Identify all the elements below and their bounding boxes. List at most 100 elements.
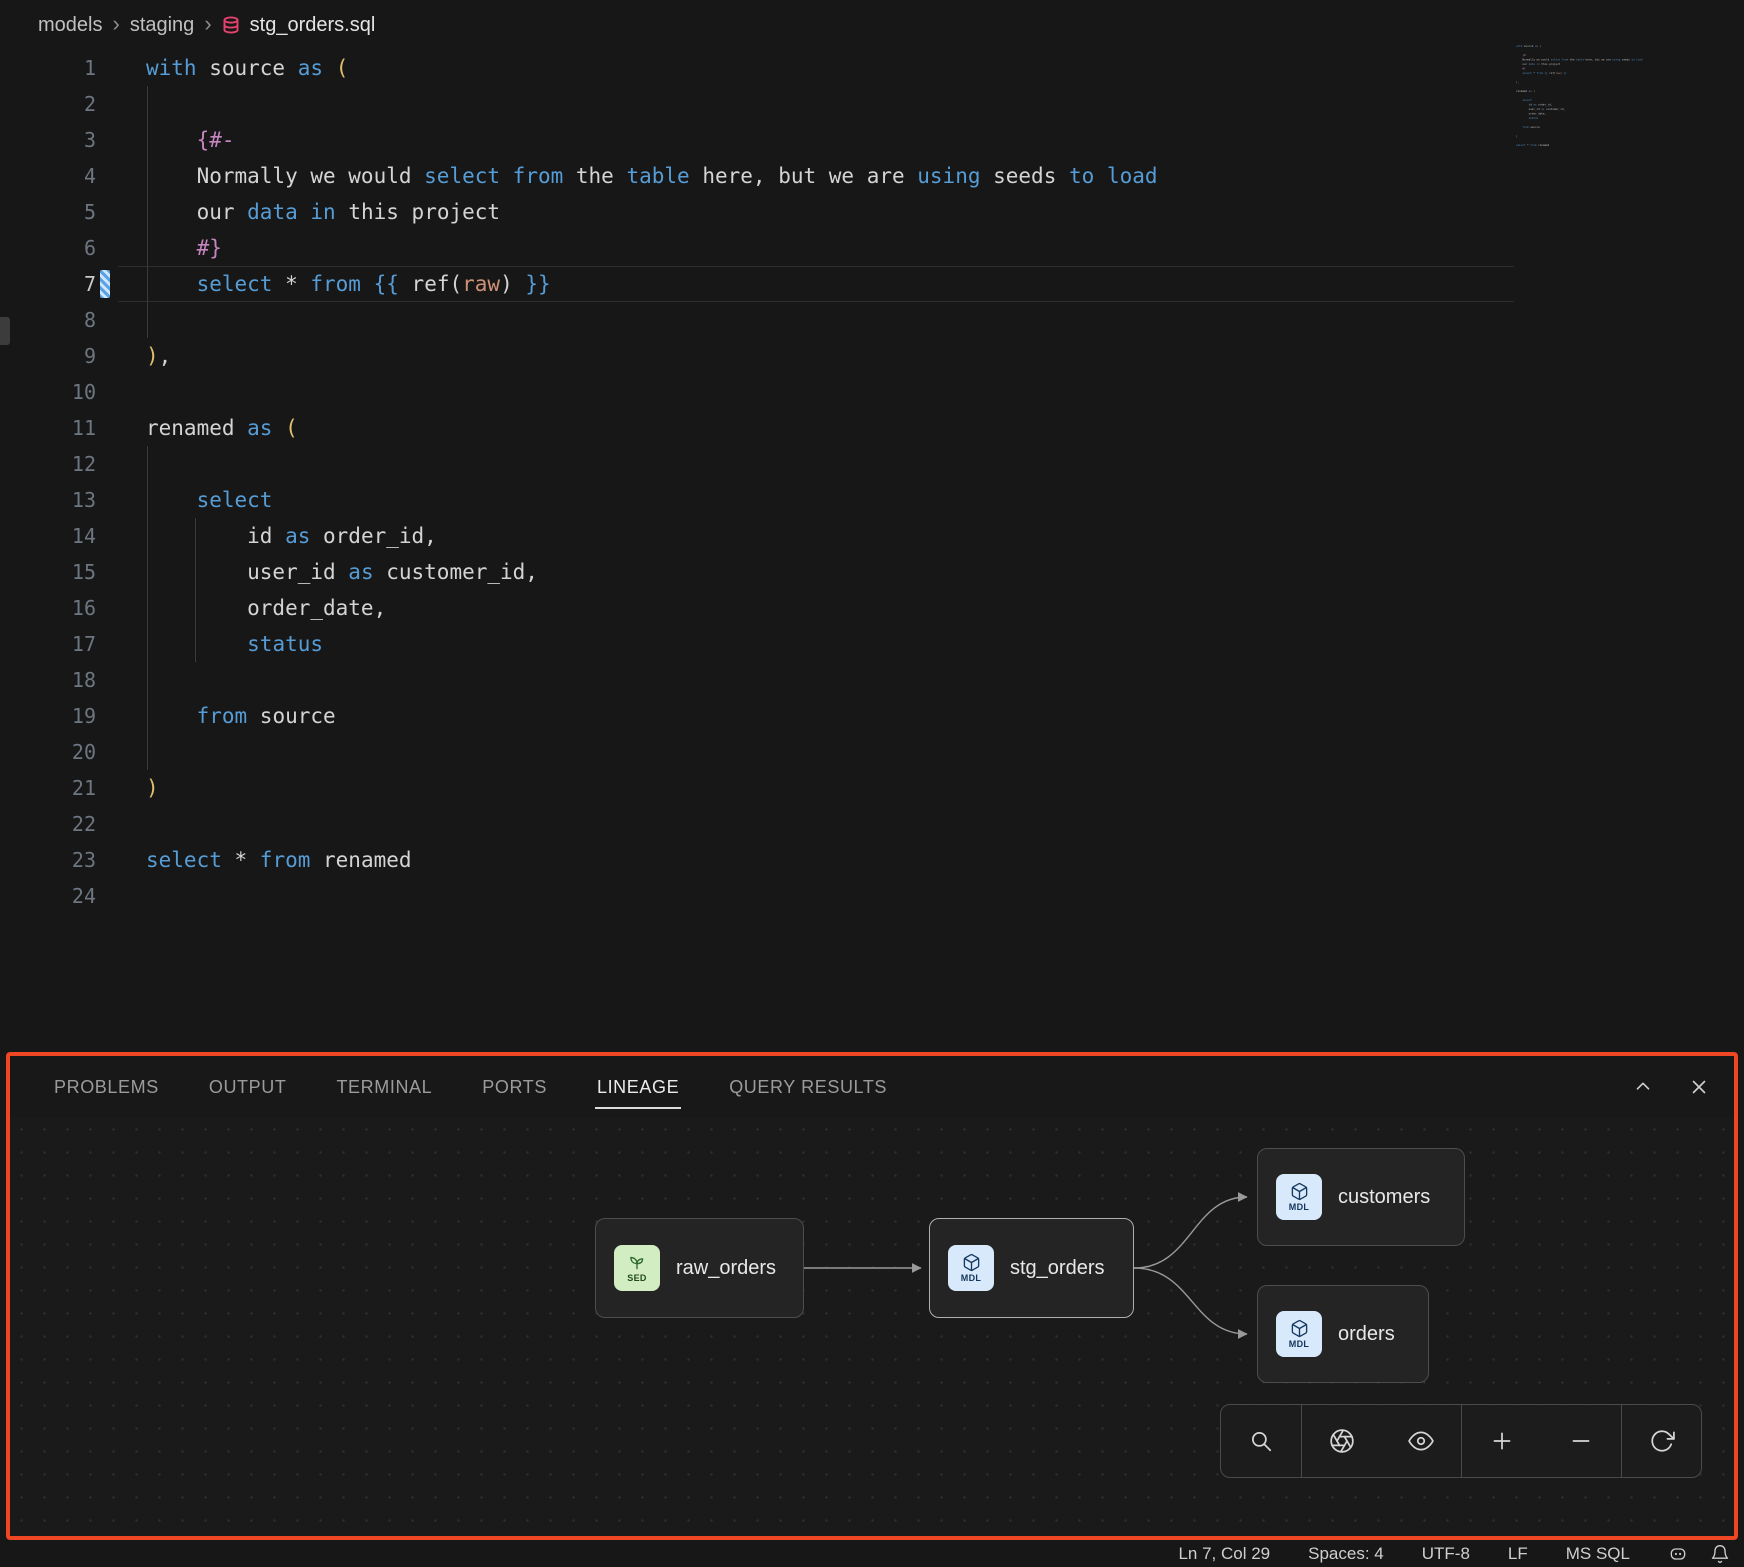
line-number: 24 [0,878,96,914]
code-line[interactable]: user_id as customer_id, [146,554,1544,590]
tab-ports[interactable]: PORTS [482,1077,547,1098]
chevron-right-icon: › [204,13,211,35]
line-number: 11 [0,410,96,446]
breadcrumb-filename[interactable]: stg_orders.sql [250,14,376,37]
line-number: 12 [0,446,96,482]
eol-setting[interactable]: LF [1508,1544,1528,1564]
code-line[interactable]: from source [146,698,1544,734]
zoom-out-icon[interactable] [1541,1405,1621,1477]
breadcrumb: models › staging › stg_orders.sql [0,0,1744,50]
bell-icon[interactable] [1710,1544,1730,1564]
line-number: 21 [0,770,96,806]
code-line[interactable]: status [146,626,1544,662]
node-badge: MDL [1289,1202,1309,1212]
code-line[interactable]: select [146,482,1544,518]
tab-lineage[interactable]: LINEAGE [597,1077,679,1098]
code-content[interactable]: with source as ( {#- Normally we would s… [146,50,1544,914]
line-number: 9 [0,338,96,374]
tab-output[interactable]: OUTPUT [209,1077,287,1098]
lineage-toolbar [1220,1404,1702,1478]
line-number: 2 [0,86,96,122]
seed-icon: SED [614,1245,660,1291]
code-line[interactable]: ) [146,770,1544,806]
line-number: 20 [0,734,96,770]
line-number: 7 [0,266,96,302]
copilot-icon[interactable] [1668,1544,1688,1564]
indentation-setting[interactable]: Spaces: 4 [1308,1544,1384,1564]
vscode-window: models › staging › stg_orders.sql 123456… [0,0,1744,1567]
cursor-position[interactable]: Ln 7, Col 29 [1178,1544,1270,1564]
node-label: orders [1338,1323,1395,1346]
model-cube-icon: MDL [1276,1311,1322,1357]
panel-maximize-button[interactable] [1632,1076,1654,1098]
tab-terminal[interactable]: TERMINAL [336,1077,432,1098]
activity-bar-indicator [0,317,10,345]
code-line[interactable]: #} [146,230,1544,266]
panel-actions [1632,1076,1710,1098]
language-mode[interactable]: MS SQL [1566,1544,1630,1564]
line-number: 3 [0,122,96,158]
zoom-in-icon[interactable] [1461,1405,1541,1477]
minimap[interactable]: with source as ( {#- Normally we would s… [1516,44,1686,164]
code-line[interactable] [146,878,1544,914]
status-bar: Ln 7, Col 29 Spaces: 4 UTF-8 LF MS SQL [0,1540,1744,1567]
code-line[interactable]: order_date, [146,590,1544,626]
eye-icon[interactable] [1381,1405,1461,1477]
line-number: 18 [0,662,96,698]
code-line[interactable]: ), [146,338,1544,374]
breadcrumb-models[interactable]: models [38,14,102,37]
line-number: 4 [0,158,96,194]
minimap-content: with source as ( {#- Normally we would s… [1516,44,1679,152]
node-label: stg_orders [1010,1257,1105,1280]
code-line[interactable] [146,662,1544,698]
line-number: 17 [0,626,96,662]
line-number: 13 [0,482,96,518]
lineage-node-stg-orders[interactable]: MDL stg_orders [929,1218,1134,1318]
chevron-right-icon: › [112,13,119,35]
line-number: 14 [0,518,96,554]
model-cube-icon: MDL [1276,1174,1322,1220]
line-number: 16 [0,590,96,626]
code-line[interactable]: with source as ( [146,50,1544,86]
refresh-icon[interactable] [1621,1405,1701,1477]
line-number: 8 [0,302,96,338]
panel-tab-bar: PROBLEMS OUTPUT TERMINAL PORTS LINEAGE Q… [10,1056,1734,1118]
breadcrumb-staging[interactable]: staging [130,14,195,37]
code-line[interactable]: our data in this project [146,194,1544,230]
node-badge: MDL [961,1273,981,1283]
lineage-node-orders[interactable]: MDL orders [1257,1285,1429,1383]
code-line[interactable]: renamed as ( [146,410,1544,446]
code-line[interactable]: select * from {{ ref(raw) }} [146,266,1544,302]
bottom-panel: PROBLEMS OUTPUT TERMINAL PORTS LINEAGE Q… [6,1052,1738,1540]
code-line[interactable] [146,374,1544,410]
node-badge: SED [627,1273,646,1283]
panel-close-button[interactable] [1688,1076,1710,1098]
lineage-node-customers[interactable]: MDL customers [1257,1148,1465,1246]
line7-gutter-decoration [100,270,110,298]
tab-problems[interactable]: PROBLEMS [54,1077,159,1098]
status-icons [1668,1544,1730,1564]
line-number: 19 [0,698,96,734]
lineage-canvas[interactable]: SED raw_orders MDL stg_orders [10,1118,1734,1536]
line-number: 1 [0,50,96,86]
minimap-line [1516,148,1679,153]
line-number-gutter: 123456789101112131415161718192021222324 [0,50,96,914]
line-number: 10 [0,374,96,410]
encoding-setting[interactable]: UTF-8 [1422,1544,1470,1564]
code-line[interactable] [146,446,1544,482]
code-line[interactable] [146,734,1544,770]
tab-query-results[interactable]: QUERY RESULTS [729,1077,887,1098]
code-line[interactable] [146,302,1544,338]
code-line[interactable]: select * from renamed [146,842,1544,878]
code-line[interactable]: id as order_id, [146,518,1544,554]
code-line[interactable]: Normally we would select from the table … [146,158,1544,194]
line-number: 5 [0,194,96,230]
aperture-icon[interactable] [1301,1405,1381,1477]
code-line[interactable] [146,86,1544,122]
code-line[interactable] [146,806,1544,842]
lineage-node-raw-orders[interactable]: SED raw_orders [595,1218,804,1318]
code-line[interactable]: {#- [146,122,1544,158]
search-icon[interactable] [1221,1405,1301,1477]
code-editor[interactable]: 123456789101112131415161718192021222324 … [0,50,1744,1052]
line-number: 6 [0,230,96,266]
